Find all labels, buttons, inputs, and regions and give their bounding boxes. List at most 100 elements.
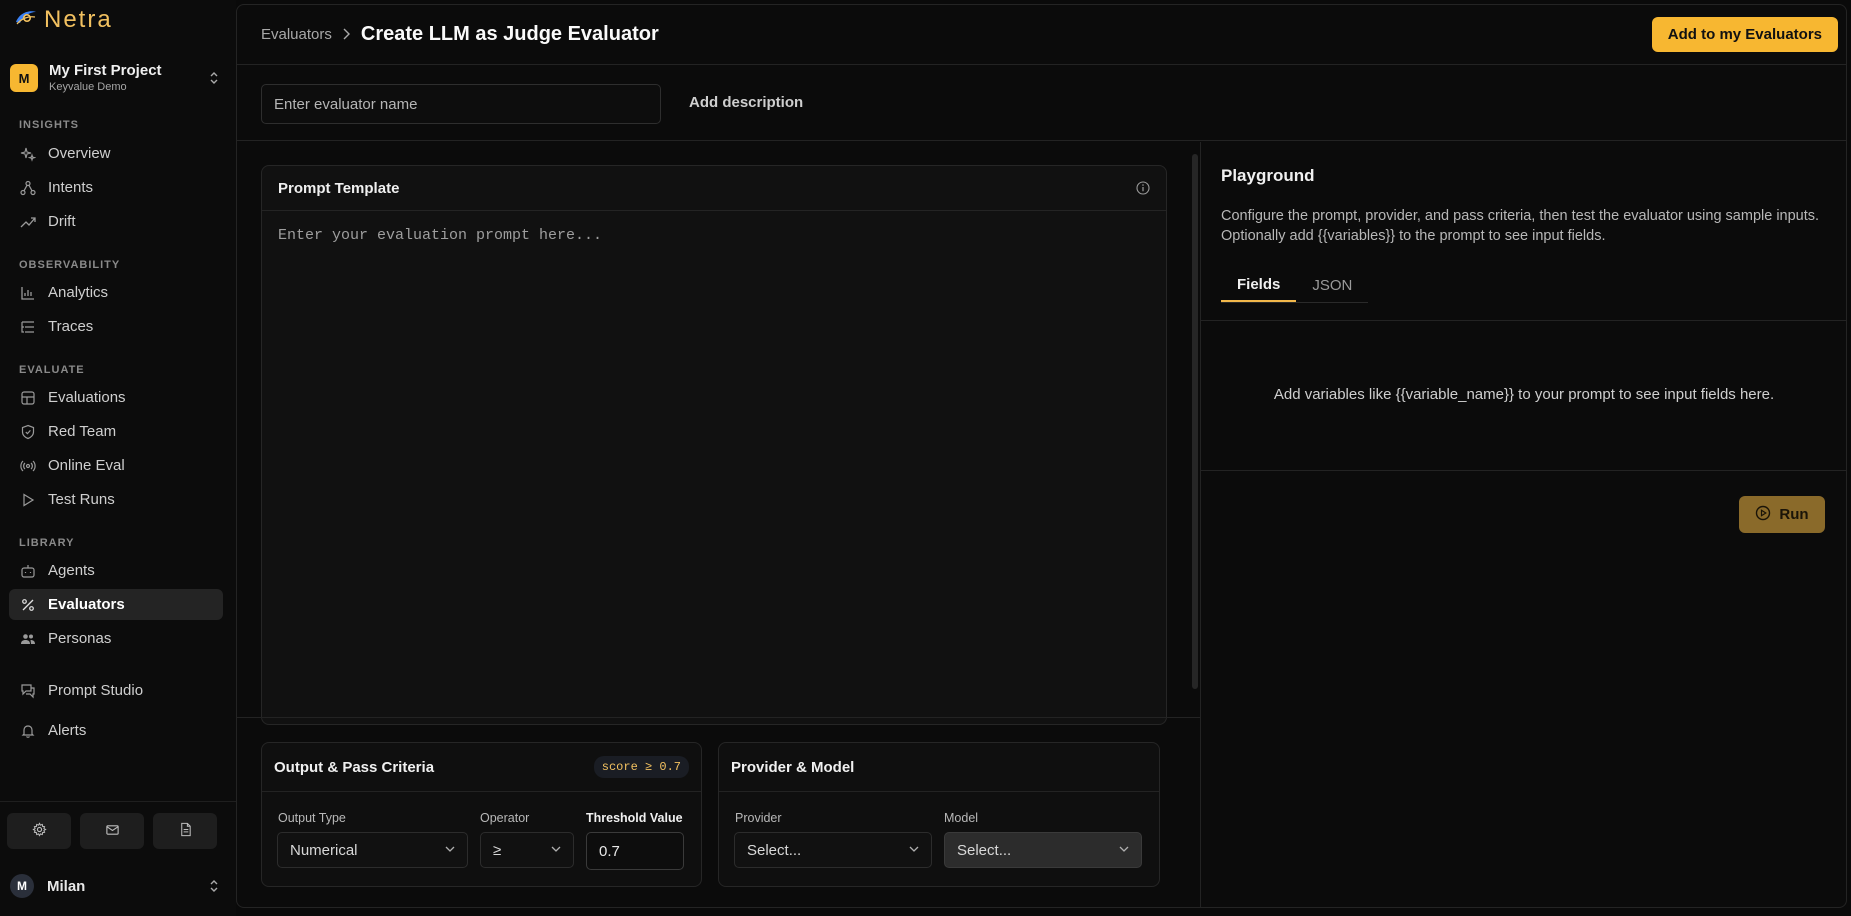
output-type-label: Output Type <box>278 811 346 825</box>
chevron-down-icon <box>1119 844 1129 856</box>
divider <box>237 717 1201 718</box>
sidebar-item-red-team[interactable]: Red Team <box>9 416 223 447</box>
chevron-down-icon <box>909 844 919 856</box>
model-label: Model <box>944 811 979 825</box>
provider-model-title: Provider & Model <box>731 758 855 776</box>
chevron-right-icon <box>342 27 351 43</box>
project-name: My First Project <box>49 62 162 79</box>
project-subtitle: Keyvalue Demo <box>49 81 127 93</box>
add-description-button[interactable]: Add description <box>689 94 803 111</box>
model-select[interactable]: Select... <box>944 832 1142 868</box>
settings-button[interactable] <box>7 813 71 849</box>
playground-description: Configure the prompt, provider, and pass… <box>1221 208 1820 244</box>
list-tree-icon <box>20 319 36 335</box>
bell-icon <box>20 723 36 739</box>
sidebar-item-label: Evaluators <box>48 596 125 613</box>
sidebar-item-label: Online Eval <box>48 457 125 474</box>
sidebar-item-online-eval[interactable]: Online Eval <box>9 450 223 481</box>
sidebar-item-label: Overview <box>48 145 111 162</box>
grid-icon <box>20 390 36 406</box>
evaluator-name-bar: Add description <box>237 65 1846 141</box>
project-switcher[interactable]: M My First Project Keyvalue Demo <box>10 58 220 98</box>
pass-criteria-title: Output & Pass Criteria <box>274 758 435 776</box>
sidebar-item-label: Intents <box>48 179 94 196</box>
sidebar-item-label: Traces <box>48 318 94 335</box>
sidebar-item-alerts[interactable]: Alerts <box>9 715 223 746</box>
sidebar-item-label: Drift <box>48 213 76 230</box>
provider-label: Provider <box>735 811 782 825</box>
bot-icon <box>20 563 36 579</box>
playground-title: Playground <box>1221 166 1315 185</box>
page-title: Create LLM as Judge Evaluator <box>360 23 659 45</box>
evaluator-name-input[interactable] <box>261 84 661 124</box>
output-type-select[interactable]: Numerical <box>277 832 468 868</box>
users-icon <box>20 631 36 647</box>
prompt-template-title: Prompt Template <box>278 179 400 197</box>
bar-chart-icon <box>20 285 36 301</box>
play-circle-icon <box>1755 505 1771 525</box>
avatar: M <box>10 874 34 898</box>
sidebar-item-traces[interactable]: Traces <box>9 311 223 342</box>
playground-panel: Playground Configure the prompt, provide… <box>1201 142 1846 907</box>
pass-criteria-card: Output & Pass Criteria score ≥ 0.7 Outpu… <box>261 742 702 887</box>
breadcrumb-evaluators-link[interactable]: Evaluators <box>261 26 332 43</box>
chevron-down-icon <box>551 844 561 856</box>
operator-value: ≥ <box>493 841 502 859</box>
operator-select[interactable]: ≥ <box>480 832 574 868</box>
chevron-down-icon <box>445 844 455 856</box>
mail-icon <box>105 822 120 841</box>
eye-logo-icon <box>14 8 38 32</box>
mail-button[interactable] <box>80 813 144 849</box>
sidebar-item-drift[interactable]: Drift <box>9 206 223 237</box>
add-to-evaluators-button[interactable]: Add to my Evaluators <box>1651 17 1838 52</box>
broadcast-icon <box>20 458 36 474</box>
tab-fields[interactable]: Fields <box>1221 268 1297 302</box>
sidebar-item-label: Test Runs <box>48 491 115 508</box>
run-button[interactable]: Run <box>1739 496 1825 533</box>
empty-fields-message: Add variables like {{variable_name}} to … <box>1273 386 1775 403</box>
sidebar-divider <box>0 801 236 802</box>
sidebar-item-label: Evaluations <box>48 389 126 406</box>
breadcrumb: Evaluators Create LLM as Judge Evaluator <box>261 23 659 46</box>
docs-button[interactable] <box>153 813 217 849</box>
sidebar-item-agents[interactable]: Agents <box>9 555 223 586</box>
header: Evaluators Create LLM as Judge Evaluator… <box>237 5 1846 65</box>
project-avatar: M <box>10 64 38 92</box>
editor-area: Prompt Template Enter your evaluation pr… <box>237 142 1201 907</box>
sidebar-item-evaluators[interactable]: Evaluators <box>9 589 223 620</box>
sidebar-item-analytics[interactable]: Analytics <box>9 277 223 308</box>
sidebar-item-overview[interactable]: Overview <box>9 138 223 169</box>
sidebar-item-label: Agents <box>48 562 95 579</box>
section-observability: OBSERVABILITY <box>19 259 121 271</box>
main-panel: Evaluators Create LLM as Judge Evaluator… <box>236 4 1847 908</box>
sidebar: Netra M My First Project Keyvalue Demo I… <box>0 0 236 916</box>
gear-icon <box>31 821 47 841</box>
threshold-label: Threshold Value <box>586 811 683 825</box>
user-menu[interactable]: M Milan <box>10 873 220 899</box>
sidebar-item-intents[interactable]: Intents <box>9 172 223 203</box>
info-icon[interactable] <box>1136 181 1150 195</box>
divider <box>1201 320 1846 321</box>
sidebar-item-evaluations[interactable]: Evaluations <box>9 382 223 413</box>
provider-model-card: Provider & Model Provider Select... Mode… <box>718 742 1160 887</box>
run-label: Run <box>1779 506 1809 523</box>
sidebar-item-test-runs[interactable]: Test Runs <box>9 484 223 515</box>
prompt-textarea[interactable]: Enter your evaluation prompt here... <box>262 211 1166 260</box>
sidebar-item-label: Alerts <box>48 722 87 739</box>
provider-select[interactable]: Select... <box>734 832 932 868</box>
threshold-input[interactable]: 0.7 <box>586 832 684 870</box>
editor-scrollbar[interactable] <box>1192 154 1198 689</box>
sidebar-item-label: Prompt Studio <box>48 682 144 699</box>
nodes-icon <box>20 180 36 196</box>
section-evaluate: EVALUATE <box>19 364 85 376</box>
provider-value: Select... <box>747 841 802 859</box>
prompt-template-card: Prompt Template Enter your evaluation pr… <box>261 165 1167 725</box>
play-icon <box>20 492 36 508</box>
tab-json[interactable]: JSON <box>1296 268 1368 302</box>
sidebar-item-label: Analytics <box>48 284 109 301</box>
sidebar-item-prompt-studio[interactable]: Prompt Studio <box>9 675 223 706</box>
chevron-up-down-icon <box>208 879 220 894</box>
document-icon <box>178 822 193 841</box>
app-logo[interactable]: Netra <box>14 6 113 34</box>
sidebar-item-personas[interactable]: Personas <box>9 623 223 654</box>
